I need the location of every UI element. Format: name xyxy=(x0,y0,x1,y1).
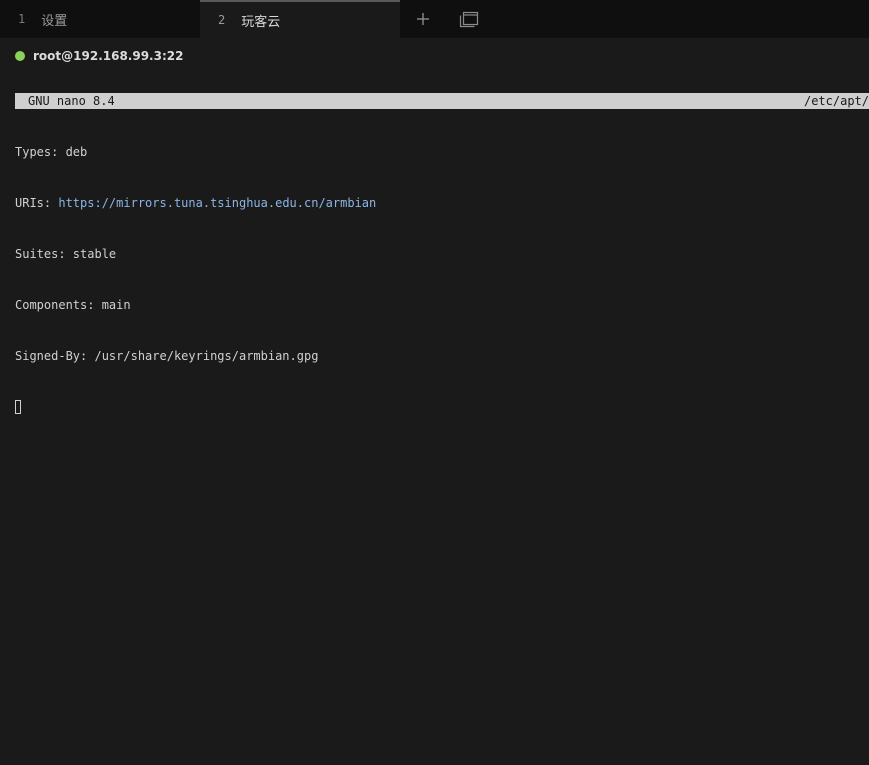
tab-label: 玩客云 xyxy=(241,14,281,30)
window-list-button[interactable] xyxy=(459,9,479,29)
status-dot-icon xyxy=(15,51,25,61)
editor-line: URIs: https://mirrors.tuna.tsinghua.edu.… xyxy=(15,195,376,212)
nano-file-path: /etc/apt/ xyxy=(803,94,869,108)
tab-bar: 1 设置 2 玩客云 xyxy=(0,0,869,38)
tab-label: 设置 xyxy=(41,13,68,29)
tab-settings[interactable]: 1 设置 xyxy=(0,0,200,38)
nano-version: GNU nano 8.4 xyxy=(28,94,115,108)
window-stack-icon xyxy=(459,11,479,28)
editor-buffer[interactable]: Types: deb URIs: https://mirrors.tuna.ts… xyxy=(15,110,376,433)
connection-label: root@192.168.99.3:22 xyxy=(33,49,184,63)
connection-status: root@192.168.99.3:22 xyxy=(15,49,183,63)
nano-title-bar: GNU nano 8.4 /etc/apt/ xyxy=(15,93,869,109)
line-key: Types: xyxy=(15,145,66,159)
line-key: URIs: xyxy=(15,196,59,210)
editor-line: Types: deb xyxy=(15,144,376,161)
text-cursor xyxy=(15,400,21,414)
editor-line xyxy=(15,399,376,416)
uri-link[interactable]: https://mirrors.tuna.tsinghua.edu.cn/arm… xyxy=(58,196,376,210)
tab-number: 2 xyxy=(218,13,226,27)
new-tab-button[interactable] xyxy=(413,9,433,29)
tab-wankeyun[interactable]: 2 玩客云 xyxy=(200,0,400,38)
editor-line: Suites: stable xyxy=(15,247,117,261)
tab-number: 1 xyxy=(18,12,26,26)
editor-line: Components: main xyxy=(15,298,131,312)
plus-icon xyxy=(417,13,429,25)
line-value: deb xyxy=(65,145,88,159)
editor-line: Signed-By: /usr/share/keyrings/armbian.g… xyxy=(15,349,319,363)
